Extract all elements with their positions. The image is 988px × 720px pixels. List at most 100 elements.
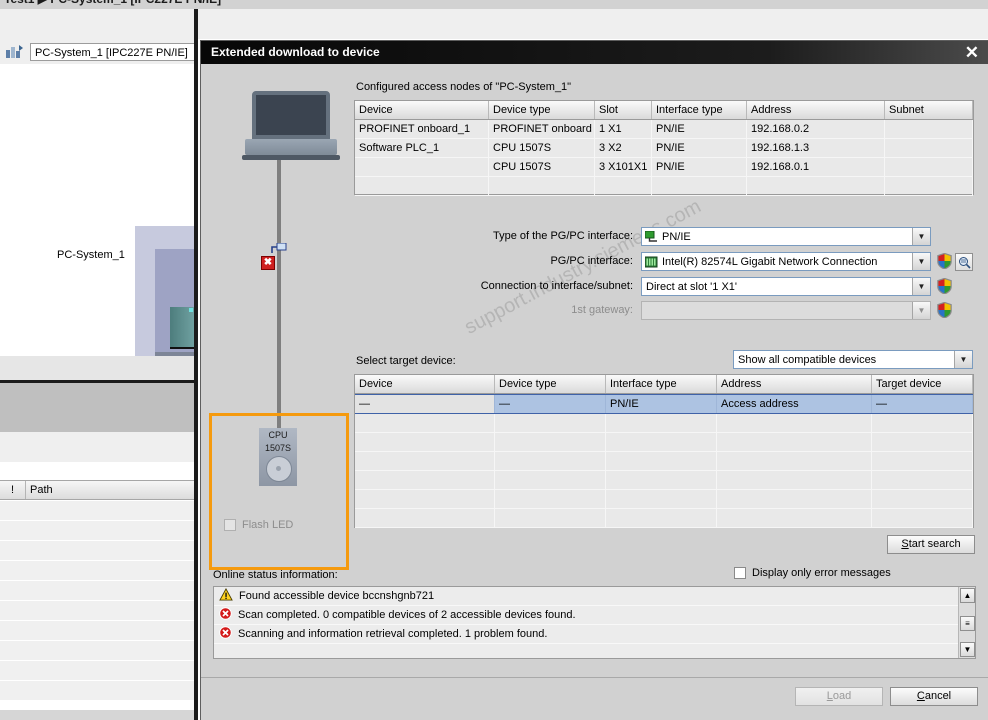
table-cell: PN/IE: [652, 158, 747, 176]
cancel-button[interactable]: Cancel: [890, 687, 978, 706]
status-message-row[interactable]: Found accessible device bccnshgnb721: [214, 587, 975, 606]
table-cell: [495, 414, 606, 432]
field-select[interactable]: Direct at slot '1 X1' ▼: [641, 277, 931, 296]
column-header[interactable]: Device: [355, 101, 489, 119]
table-cell: [495, 471, 606, 489]
chevron-down-icon[interactable]: ▼: [912, 302, 930, 319]
table-cell: 3 X2: [595, 139, 652, 157]
column-header[interactable]: Interface type: [606, 375, 717, 393]
field-select[interactable]: Intel(R) 82574L Gigabit Network Connecti…: [641, 252, 931, 271]
laptop-stand: [242, 155, 340, 160]
table-row[interactable]: [355, 177, 973, 196]
table-cell: [885, 120, 973, 138]
table-row[interactable]: [355, 452, 973, 471]
table-cell: [495, 490, 606, 508]
shield-icon[interactable]: [937, 301, 952, 321]
list-item[interactable]: [0, 601, 196, 621]
access-nodes-table[interactable]: Device Device type Slot Interface type Addre…: [354, 100, 974, 196]
shield-icon[interactable]: [937, 252, 952, 272]
field-select[interactable]: PN/IE ▼: [641, 227, 931, 246]
list-item[interactable]: [0, 521, 196, 541]
column-header[interactable]: Address: [717, 375, 872, 393]
column-severity: !: [0, 481, 26, 499]
table-row[interactable]: PROFINET onboard_1 PROFINET onboard 1 X1 PN…: [355, 120, 973, 139]
rack-module[interactable]: [170, 307, 194, 349]
error-icon: [219, 626, 232, 642]
column-header[interactable]: Slot: [595, 101, 652, 119]
connection-graphic: ✖ CPU 1507S Flash LED: [209, 76, 349, 571]
cpu-dial: [266, 456, 292, 482]
pg-pc-laptop-icon: [252, 91, 330, 139]
horizontal-scrollbar[interactable]: [0, 710, 196, 720]
device-name-field[interactable]: PC-System_1 [IPC227E PN/IE]: [30, 43, 196, 61]
online-status-list[interactable]: Found accessible device bccnshgnb721 Scan…: [213, 586, 976, 659]
search-icon[interactable]: [955, 253, 973, 271]
scroll-up-button[interactable]: ▲: [960, 588, 975, 603]
column-header[interactable]: Device: [355, 375, 495, 393]
table-cell: Software PLC_1: [355, 139, 489, 157]
scroll-thumb[interactable]: ≡: [960, 616, 975, 631]
target-filter-select[interactable]: Show all compatible devices ▼: [733, 350, 973, 369]
column-header[interactable]: Address: [747, 101, 885, 119]
table-row[interactable]: [355, 471, 973, 490]
status-message-row[interactable]: Scan completed. 0 compatible devices of …: [214, 606, 975, 625]
target-device-table[interactable]: Device Device type Interface type Address Ta…: [354, 374, 974, 528]
chevron-down-icon[interactable]: ▼: [954, 351, 972, 368]
table-cell: [717, 452, 872, 470]
list-item[interactable]: [0, 621, 196, 641]
cpu-device-icon[interactable]: CPU 1507S: [259, 428, 297, 486]
list-item[interactable]: [0, 561, 196, 581]
close-icon[interactable]: ✕: [965, 43, 979, 62]
flash-led-checkbox-box[interactable]: [224, 519, 236, 531]
table-cell: 192.168.1.3: [747, 139, 885, 157]
field-label: Connection to interface/subnet:: [480, 280, 633, 292]
table-row[interactable]: [355, 509, 973, 528]
dialog-title-bar[interactable]: Extended download to device ✕: [201, 41, 988, 64]
table-cell: [355, 177, 489, 195]
table-header-row: Device Device type Slot Interface type Addre…: [355, 101, 973, 120]
list-item[interactable]: [0, 661, 196, 681]
table-cell: [495, 509, 606, 527]
table-row[interactable]: [355, 414, 973, 433]
column-header[interactable]: Interface type: [652, 101, 747, 119]
list-item[interactable]: [0, 681, 196, 701]
display-only-error-messages-checkbox[interactable]: Display only error messages: [734, 567, 891, 579]
list-item[interactable]: [0, 541, 196, 561]
field-select[interactable]: ▼: [641, 301, 931, 320]
column-header[interactable]: Subnet: [885, 101, 973, 119]
table-cell: CPU 1507S: [489, 158, 595, 176]
chevron-down-icon[interactable]: ▼: [912, 253, 930, 270]
table-row[interactable]: Software PLC_1 CPU 1507S 3 X2 PN/IE 192.168.…: [355, 139, 973, 158]
shield-icon[interactable]: [937, 277, 952, 297]
table-header-row: Device Device type Interface type Address Ta…: [355, 375, 973, 394]
scroll-down-button[interactable]: ▼: [960, 642, 975, 657]
field-value: Intel(R) 82574L Gigabit Network Connecti…: [662, 255, 878, 268]
table-cell: [355, 158, 489, 176]
table-row[interactable]: CPU 1507S 3 X101X1 PN/IE 192.168.0.1: [355, 158, 973, 177]
chevron-down-icon[interactable]: ▼: [912, 278, 930, 295]
table-row[interactable]: [355, 490, 973, 509]
table-cell: [747, 177, 885, 195]
table-row[interactable]: — — PN/IE Access address —: [355, 394, 973, 414]
device-view-canvas: PC-System_1: [0, 64, 196, 356]
chevron-down-icon[interactable]: ▼: [912, 228, 930, 245]
display-only-error-messages-box[interactable]: [734, 567, 746, 579]
table-row[interactable]: [355, 433, 973, 452]
table-cell: [872, 509, 973, 527]
start-search-button[interactable]: Start search: [887, 535, 975, 554]
column-header[interactable]: Device type: [489, 101, 595, 119]
table-cell: [885, 158, 973, 176]
load-button[interactable]: Load: [795, 687, 883, 706]
footer-divider: [201, 677, 988, 678]
inspector-tabs: General Cross-referen: [0, 408, 196, 433]
list-item[interactable]: [0, 641, 196, 661]
flash-led-checkbox[interactable]: Flash LED: [224, 519, 293, 531]
column-header[interactable]: Target device: [872, 375, 973, 393]
list-item[interactable]: [0, 501, 196, 521]
network-devices-icon[interactable]: [6, 45, 23, 62]
column-header[interactable]: Device type: [495, 375, 606, 393]
status-message-row[interactable]: Scanning and information retrieval compl…: [214, 625, 975, 644]
status-vertical-scrollbar[interactable]: ▲ ≡ ▼: [958, 587, 975, 658]
table-cell: PROFINET onboard_1: [355, 120, 489, 138]
list-item[interactable]: [0, 581, 196, 601]
